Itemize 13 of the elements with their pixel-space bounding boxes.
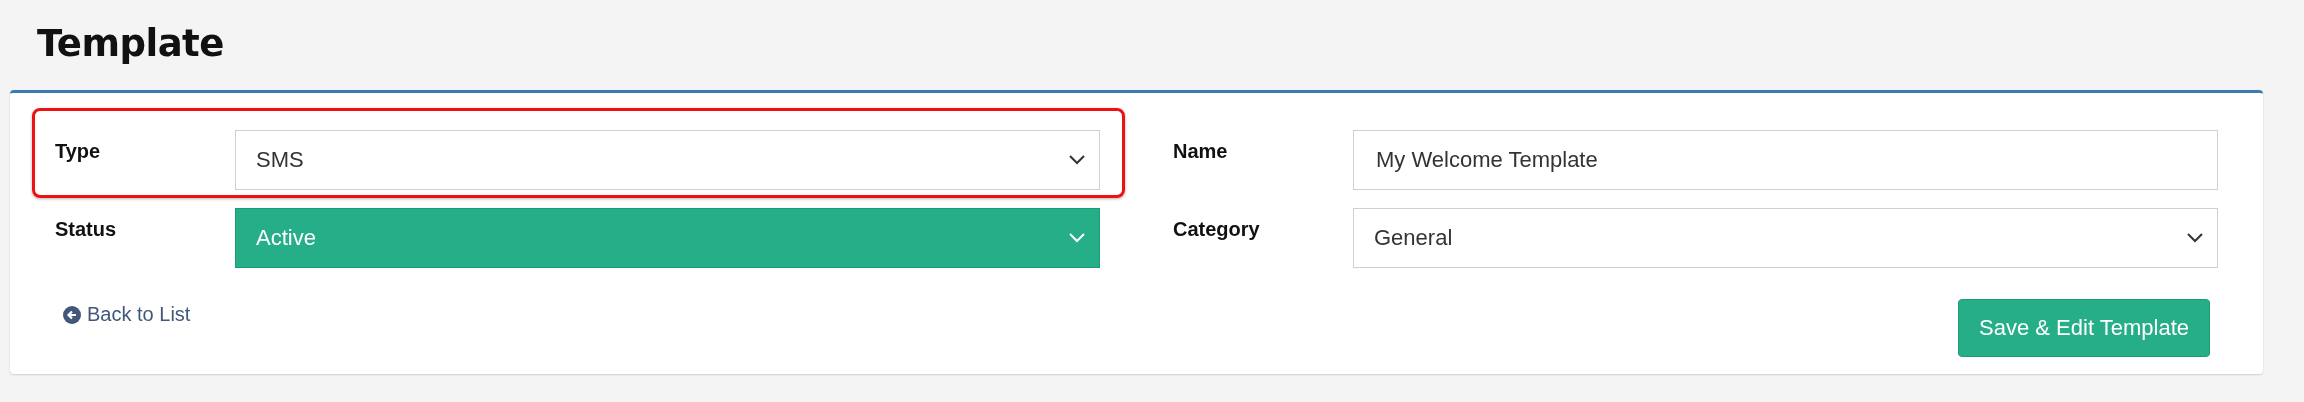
select-field[interactable]: General xyxy=(1353,208,2218,268)
field-label: Name xyxy=(1173,139,1229,163)
field-label: Type xyxy=(55,139,102,163)
field-label: Category xyxy=(1173,217,1261,241)
chevron-down-icon xyxy=(2187,233,2203,243)
field-label: Status xyxy=(55,217,118,241)
chevron-down-icon xyxy=(1069,233,1085,243)
arrow-left-circle-icon xyxy=(63,305,81,324)
select-field[interactable]: SMS xyxy=(235,130,1100,190)
page-title: Template xyxy=(37,21,225,67)
chevron-down-icon xyxy=(1069,155,1085,165)
back-link[interactable]: Back to List xyxy=(63,303,191,326)
input-field[interactable]: My Welcome Template xyxy=(1353,130,2218,190)
